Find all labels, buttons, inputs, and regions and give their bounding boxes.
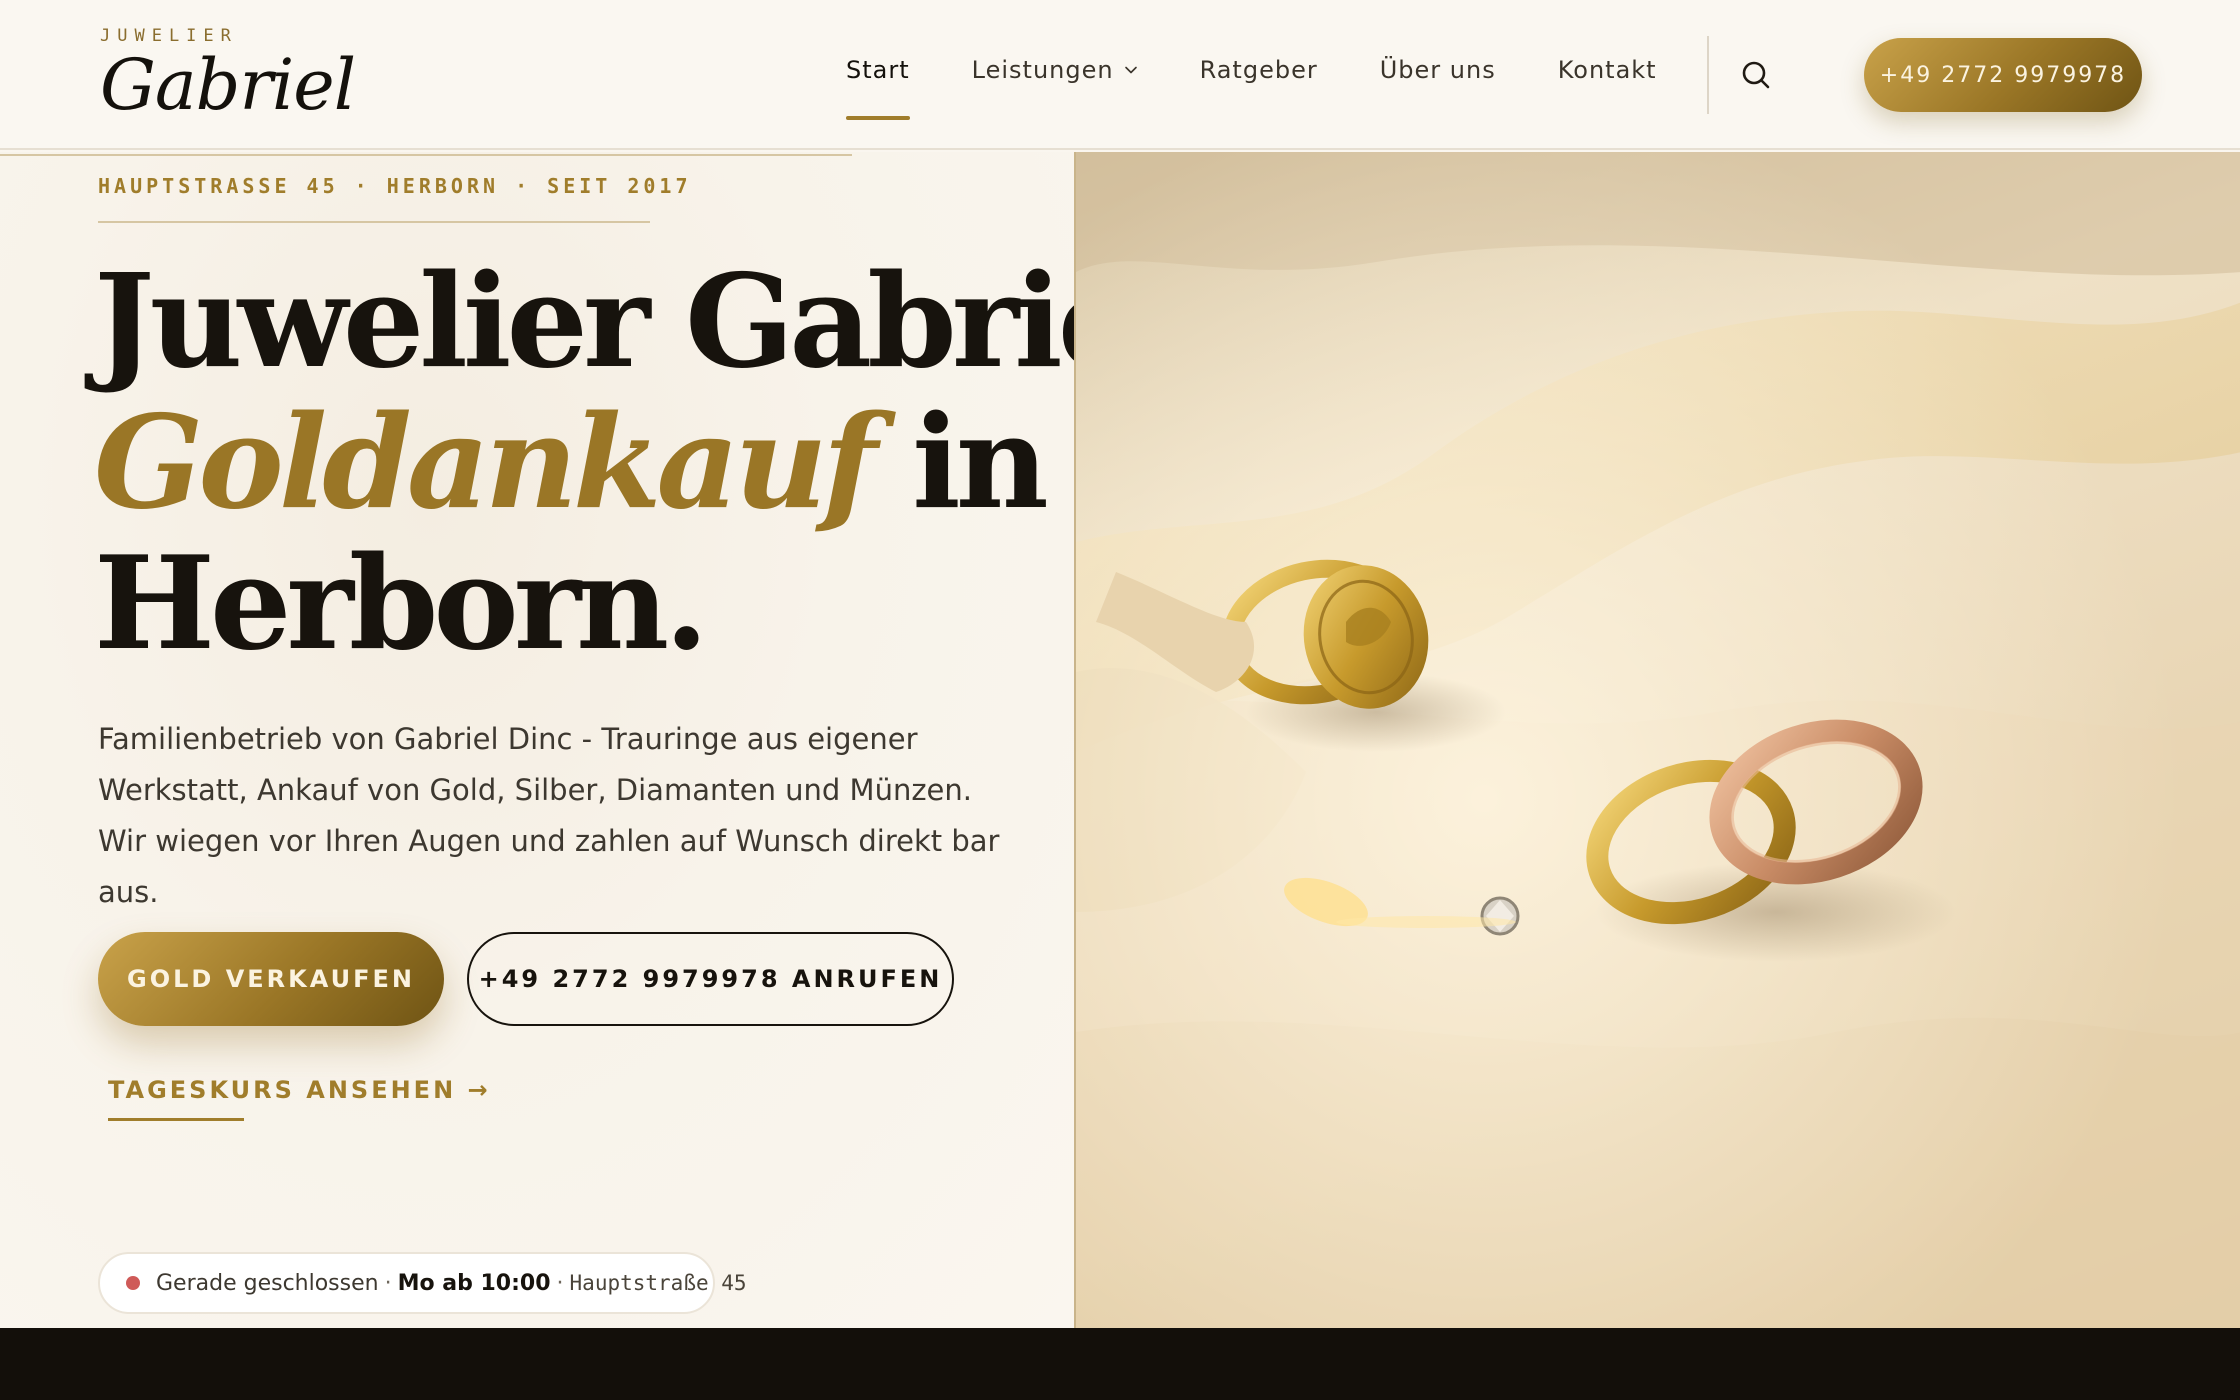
- divider-line: [0, 154, 852, 156]
- status-next-open: Mo ab 10:00: [397, 1270, 551, 1296]
- nav-item-label: Leistungen: [971, 56, 1114, 84]
- rings-photo: [1076, 152, 2240, 1328]
- nav-item-ratgeber[interactable]: Ratgeber: [1200, 56, 1318, 84]
- status-dot-icon: [126, 1276, 140, 1290]
- hero-lead-text: Familienbetrieb von Gabriel Dinc - Traur…: [98, 722, 1000, 909]
- daily-rate-link[interactable]: TAGESKURS ANSEHEN →: [108, 1076, 491, 1104]
- headline-gold-word: Goldankauf: [94, 388, 878, 538]
- hero-eyebrow: HAUPTSTRASSE 45 · HERBORN · SEIT 2017: [98, 174, 692, 198]
- link-underline: [108, 1118, 244, 1121]
- search-icon: [1742, 61, 1770, 89]
- headline-line-3: Herborn.: [94, 529, 709, 679]
- nav-item-leistungen[interactable]: Leistungen: [972, 56, 1138, 84]
- nav-item-kontakt[interactable]: Kontakt: [1558, 56, 1657, 84]
- hero-rings-image: [1074, 152, 2240, 1328]
- main-nav: Start Leistungen Ratgeber Über uns Konta…: [846, 56, 1719, 120]
- sell-gold-button[interactable]: GOLD VERKAUFEN: [98, 932, 444, 1026]
- nav-item-start[interactable]: Start: [846, 56, 910, 120]
- nav-divider: [1707, 36, 1709, 114]
- headline-line-1: Juwelier Gabriel.: [94, 247, 1222, 397]
- hero-content: HAUPTSTRASSE 45 · HERBORN · SEIT 2017 Ju…: [0, 152, 1222, 1328]
- opening-status-badge: Gerade geschlossen · Mo ab 10:00 · Haupt…: [98, 1252, 747, 1314]
- status-state: Gerade geschlossen: [156, 1270, 379, 1296]
- logo-kicker: JUWELIER: [100, 26, 238, 46]
- chevron-down-icon: [1124, 66, 1137, 74]
- site-header: JUWELIER Gabriel Start Leistungen Ratgeb…: [0, 0, 2240, 150]
- status-separator: ·: [556, 1270, 564, 1296]
- status-separator: ·: [384, 1270, 392, 1296]
- logo-name: Gabriel: [100, 44, 356, 126]
- headline-line-2-rest: in: [872, 388, 1049, 538]
- eyebrow-divider: [98, 221, 650, 223]
- nav-item-ueber-uns[interactable]: Über uns: [1380, 56, 1496, 84]
- header-call-button[interactable]: +49 2772 9979978: [1864, 38, 2142, 112]
- call-button[interactable]: +49 2772 9979978 ANRUFEN: [467, 932, 954, 1026]
- hero-headline: Juwelier Gabriel. Goldankauf in Herborn.: [94, 247, 1222, 679]
- search-button[interactable]: [1738, 57, 1774, 93]
- status-address: Hauptstraße 45: [569, 1271, 747, 1295]
- headline-line-2: Goldankauf in: [94, 393, 1054, 534]
- footer-band: [0, 1328, 2240, 1400]
- logo[interactable]: JUWELIER Gabriel: [100, 26, 356, 126]
